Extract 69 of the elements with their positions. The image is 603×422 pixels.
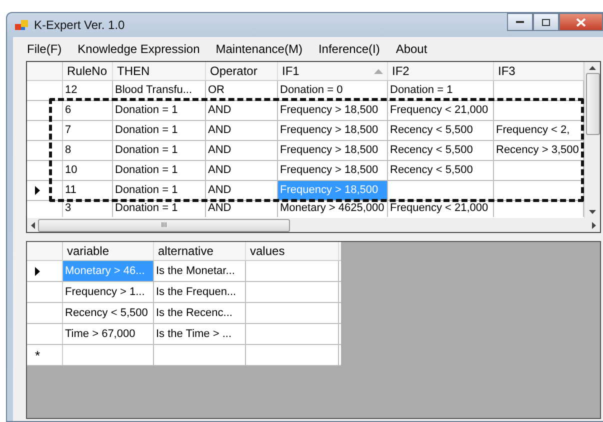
current-row-icon xyxy=(35,266,40,276)
menu-item[interactable]: Inference(I) xyxy=(310,42,388,56)
table-cell[interactable]: Recency < 5,500 xyxy=(388,141,494,160)
table-cell[interactable]: 6 xyxy=(63,101,113,120)
table-cell[interactable]: Frequency > 18,500 xyxy=(278,121,388,140)
new-row-marker: * xyxy=(35,348,40,362)
table-cell[interactable]: AND xyxy=(206,141,278,160)
table-cell[interactable]: Frequency < 21,000 xyxy=(388,201,494,217)
table-cell[interactable]: AND xyxy=(206,161,278,180)
table-cell[interactable]: 11 xyxy=(63,181,113,200)
table-cell[interactable]: Donation = 1 xyxy=(113,101,206,120)
close-icon xyxy=(576,18,586,26)
table-cell[interactable]: Frequency > 18,500 xyxy=(278,161,388,180)
table-cell[interactable]: Donation = 1 xyxy=(388,81,494,100)
column-header[interactable]: values xyxy=(246,242,339,260)
table-cell[interactable]: 12 xyxy=(63,81,113,100)
table-cell[interactable]: Donation = 1 xyxy=(113,201,206,217)
table-cell[interactable]: Is the Time > ... xyxy=(154,324,246,344)
table-cell[interactable]: Is the Frequen... xyxy=(154,282,246,302)
column-header[interactable]: alternative xyxy=(154,242,246,260)
menu-item[interactable]: Maintenance(M) xyxy=(208,42,310,56)
table-cell[interactable]: Is the Monetar... xyxy=(154,261,246,281)
table-cell[interactable]: Frequency > 18,500 xyxy=(278,101,388,120)
scroll-up-icon[interactable] xyxy=(589,66,596,70)
table-cell[interactable]: Frequency > 1... xyxy=(63,282,154,302)
table-cell[interactable]: Blood Transfu... xyxy=(113,81,206,100)
table-cell[interactable]: Is the Recenc... xyxy=(154,303,246,323)
table-cell[interactable]: Recency < 5,500 xyxy=(388,121,494,140)
menu-item[interactable]: Knowledge Expression xyxy=(70,42,208,56)
current-row-icon xyxy=(35,186,40,195)
table-cell[interactable]: 3 xyxy=(63,201,113,217)
sort-arrow-icon xyxy=(374,68,383,74)
column-header[interactable]: Operator xyxy=(206,62,278,80)
column-header[interactable]: variable xyxy=(63,242,154,260)
scroll-left-icon[interactable] xyxy=(31,222,35,228)
vertical-scrollbar[interactable] xyxy=(584,62,600,218)
close-button[interactable] xyxy=(559,13,603,31)
table-cell[interactable]: Donation = 1 xyxy=(113,181,206,200)
app-icon xyxy=(15,19,29,31)
column-header[interactable]: IF1 xyxy=(278,62,388,80)
menu-item[interactable]: About xyxy=(388,42,436,56)
table-cell[interactable]: Monetary > 4625,000 xyxy=(278,201,388,217)
table-cell[interactable]: Frequency < 21,000 xyxy=(388,101,494,120)
table-cell[interactable]: Donation = 0 xyxy=(278,81,388,100)
window-title: K-Expert Ver. 1.0 xyxy=(34,18,125,32)
table-cell[interactable]: Recency < 5,500 xyxy=(388,161,494,180)
column-header[interactable]: IF2 xyxy=(388,62,494,80)
table-cell[interactable]: Donation = 1 xyxy=(113,121,206,140)
scroll-right-icon[interactable] xyxy=(592,222,596,228)
table-cell[interactable]: Time > 67,000 xyxy=(63,324,154,344)
table-cell[interactable]: Donation = 1 xyxy=(113,141,206,160)
table-cell[interactable]: 10 xyxy=(63,161,113,180)
table-cell[interactable]: 7 xyxy=(63,121,113,140)
column-header[interactable]: THEN xyxy=(113,62,206,80)
scroll-down-icon[interactable] xyxy=(589,210,596,214)
table-cell[interactable]: AND xyxy=(206,101,278,120)
table-cell[interactable]: Recency < 5,500 xyxy=(63,303,154,323)
maximize-icon xyxy=(542,18,550,26)
maximize-button[interactable] xyxy=(533,13,559,31)
table-cell[interactable]: Donation = 1 xyxy=(113,161,206,180)
minimize-icon xyxy=(516,21,524,23)
table-cell[interactable]: OR xyxy=(206,81,278,100)
table-cell[interactable]: 8 xyxy=(63,141,113,160)
table-cell[interactable]: AND xyxy=(206,121,278,140)
column-header[interactable]: RuleNo xyxy=(63,62,113,80)
menu-item[interactable]: File(F) xyxy=(19,42,70,56)
minimize-button[interactable] xyxy=(507,13,533,31)
table-cell[interactable]: Frequency > 18,500 xyxy=(278,141,388,160)
table-cell[interactable]: AND xyxy=(206,201,278,217)
